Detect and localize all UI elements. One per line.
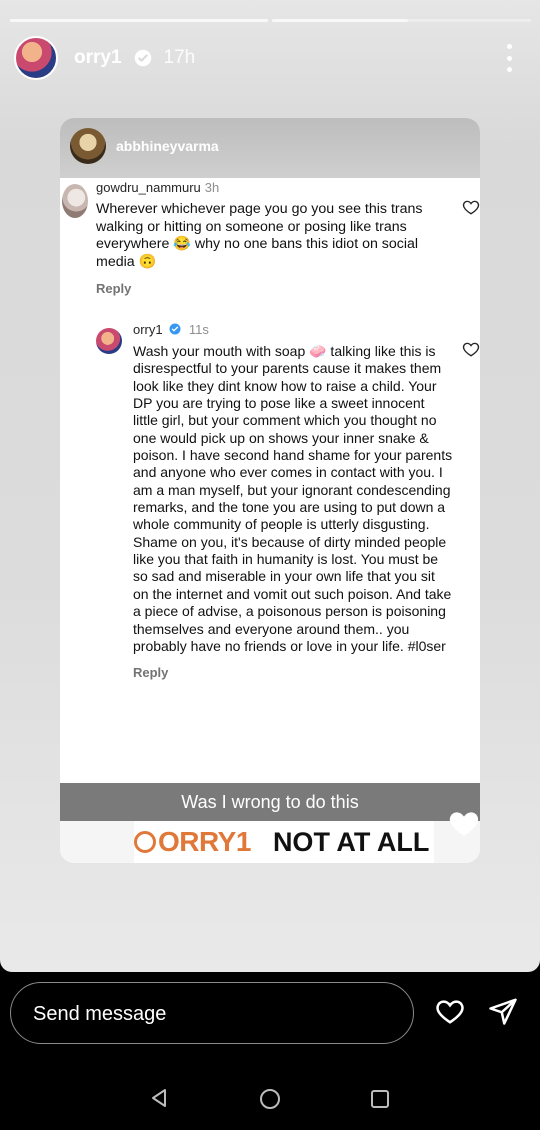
comment-screenshot-card: abbhineyvarma gowdru_nammuru 3h Wherever … xyxy=(60,118,480,863)
heart-icon xyxy=(462,200,480,215)
commenter-avatar xyxy=(96,328,122,354)
answer-sticker: ORRY1 NOT AT ALL xyxy=(134,821,434,863)
story-time: 17h xyxy=(163,47,196,68)
back-icon[interactable] xyxy=(150,1088,170,1108)
commenter-username: gowdru_nammuru xyxy=(96,180,201,195)
heart-icon xyxy=(449,812,479,836)
mention-tag[interactable]: ORRY1 xyxy=(134,826,251,858)
card-avatar xyxy=(70,128,106,164)
commenter-avatar xyxy=(62,184,88,218)
question-banner: Was I wrong to do this xyxy=(60,783,480,821)
reply-link: Reply xyxy=(96,281,132,297)
card-header: abbhineyvarma xyxy=(60,118,480,178)
story-header: orry1 17h xyxy=(14,36,195,80)
verified-icon xyxy=(169,323,181,335)
commenter-username: orry1 xyxy=(133,322,163,337)
answer-text: NOT AT ALL xyxy=(272,826,430,857)
story-content[interactable]: orry1 17h abbhineyvarma gowdru_nammuru 3h… xyxy=(0,0,540,972)
story-username[interactable]: orry1 xyxy=(74,47,122,69)
comment-time: 11s xyxy=(188,322,209,337)
more-icon[interactable] xyxy=(500,44,518,72)
story-avatar[interactable] xyxy=(14,36,58,80)
story-progress-segment xyxy=(10,19,268,22)
system-nav-bar xyxy=(0,1060,540,1130)
reply-link: Reply xyxy=(133,665,169,681)
comment-text: Wherever whichever page you go you see t… xyxy=(96,201,423,270)
story-progress-segment-remaining xyxy=(408,19,531,22)
send-icon[interactable] xyxy=(488,996,518,1026)
send-message-placeholder: Send message xyxy=(33,1003,167,1025)
home-icon[interactable] xyxy=(260,1089,280,1109)
story-screen: orry1 17h abbhineyvarma gowdru_nammuru 3h… xyxy=(0,0,540,1130)
heart-icon[interactable] xyxy=(434,996,466,1026)
story-progress-segment-current xyxy=(272,19,408,22)
comment-time: 3h xyxy=(204,180,220,195)
send-message-input[interactable]: Send message xyxy=(10,982,414,1044)
recents-icon[interactable] xyxy=(371,1090,389,1108)
at-icon xyxy=(134,831,156,853)
heart-icon xyxy=(462,342,480,357)
comment-text: Wash your mouth with soap 🧼 talking like… xyxy=(133,343,453,654)
verified-icon xyxy=(134,49,151,67)
card-username: abbhineyvarma xyxy=(116,138,219,154)
